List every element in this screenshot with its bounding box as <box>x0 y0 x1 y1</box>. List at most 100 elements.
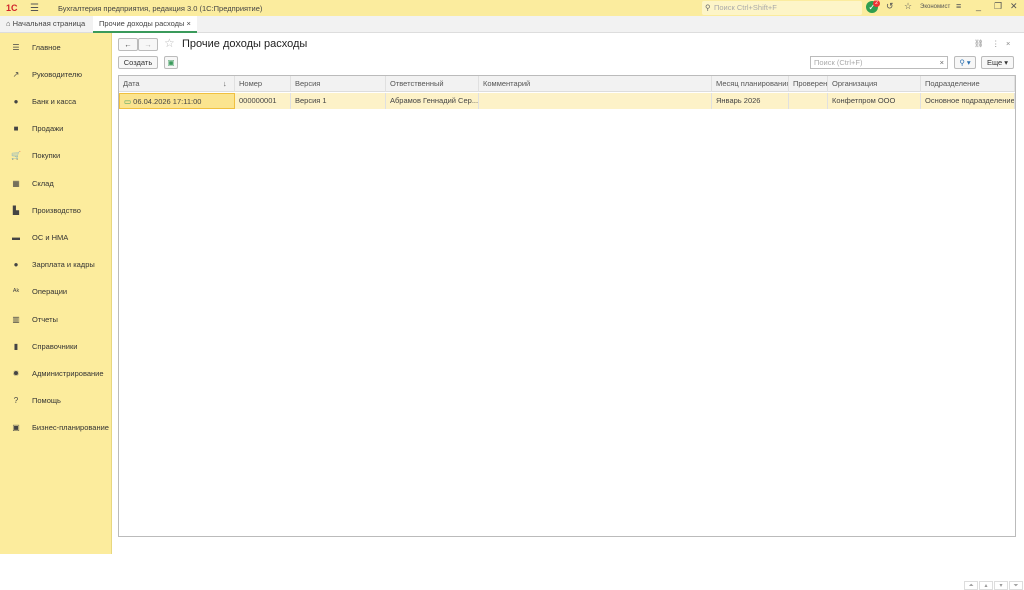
gear-icon: ✹ <box>12 368 20 378</box>
sidebar-item[interactable]: ▦ Склад <box>0 173 111 193</box>
column-header-label: Подразделение <box>925 79 980 88</box>
notification-count: 2 <box>873 0 880 7</box>
question-icon: ? <box>13 396 19 406</box>
scroll-top-button[interactable]: ⏶ <box>964 581 978 590</box>
minimize-icon[interactable]: _ <box>976 1 981 11</box>
table-cell[interactable]: 000000001 <box>235 93 291 109</box>
book-icon: ▮ <box>13 341 19 351</box>
restore-icon[interactable]: ❐ <box>994 1 1002 12</box>
sidebar-item[interactable]: ● Зарплата и кадры <box>0 255 111 275</box>
close-tab-icon[interactable]: × <box>187 19 191 28</box>
sidebar-item[interactable]: ▮ Справочники <box>0 336 111 356</box>
sidebar-item[interactable]: ↗ Руководителю <box>0 64 111 84</box>
trend-icon: ↗ <box>12 69 20 79</box>
forward-button[interactable]: → <box>138 38 158 51</box>
column-header-label: Номер <box>239 79 263 88</box>
table-cell[interactable]: ▭ 06.04.2026 17:11:00 <box>119 93 235 109</box>
user-name[interactable]: Экономист <box>920 4 950 10</box>
sidebar-item-label: Зарплата и кадры <box>32 260 95 270</box>
table-cell[interactable] <box>789 93 828 109</box>
sidebar-item-label: ОС и НМА <box>32 232 69 242</box>
person-icon: ● <box>13 260 19 270</box>
close-icon[interactable]: ✕ <box>1010 1 1018 12</box>
presentation-icon: ▣ <box>12 423 20 433</box>
sidebar-item-label: Бизнес-планирование <box>32 423 109 433</box>
table-row[interactable]: ▭ 06.04.2026 17:11:00 000000001 Версия 1 Аб… <box>119 93 1015 109</box>
document-posted-icon: ▭ <box>124 97 134 106</box>
global-search-input[interactable]: ⚲ Поиск Ctrl+Shift+F <box>702 1 862 15</box>
cell-value: Версия 1 <box>295 96 327 105</box>
sidebar-item-label: Администрирование <box>32 368 104 378</box>
tab-other-income[interactable]: Прочие доходы расходы × <box>93 16 197 33</box>
history-icon[interactable]: ↺ <box>886 1 894 12</box>
documents-table: Дата ↓ Номер Версия Ответственный Комментарий… <box>118 75 1023 590</box>
title-bar: 1С ☰ Бухгалтерия предприятия, редакция 3… <box>0 0 1024 16</box>
cell-value: Январь 2026 <box>716 96 761 105</box>
cell-value: 000000001 <box>239 96 277 105</box>
scroll-bottom-button[interactable]: ⏷ <box>1009 581 1023 590</box>
menu-icon[interactable]: ☰ <box>30 3 44 14</box>
more-label: Еще <box>986 58 1003 67</box>
sidebar-item[interactable]: ? Помощь <box>0 391 111 411</box>
column-header[interactable]: Проверен <box>789 76 828 92</box>
cell-value: Абрамов Геннадий Сер... <box>390 96 479 105</box>
column-header[interactable]: Организация <box>828 76 921 92</box>
column-header[interactable]: Ответственный <box>386 76 479 92</box>
sidebar-item[interactable]: ☰ Главное <box>0 37 111 57</box>
search-options-button[interactable]: ⚲ ▾ <box>954 56 976 69</box>
scroll-up-button[interactable]: ▴ <box>979 581 993 590</box>
sidebar-item-label: Банк и касса <box>32 96 77 106</box>
search-placeholder: Поиск (Ctrl+F) <box>814 58 863 67</box>
column-header[interactable]: Номер <box>235 76 291 92</box>
column-header[interactable]: Комментарий <box>479 76 712 92</box>
clear-search-icon[interactable]: × <box>940 57 944 68</box>
sidebar-item[interactable]: ■ Продажи <box>0 119 111 139</box>
column-header-label: Организация <box>832 79 878 88</box>
create-copy-icon[interactable]: ▣ <box>164 56 178 69</box>
sidebar-item-label: Склад <box>32 178 54 188</box>
cell-value: Конфетпром ООО <box>832 96 896 105</box>
sidebar-item[interactable]: ᴬᵏ Операции <box>0 282 111 302</box>
column-header[interactable]: Подразделение <box>921 76 1015 92</box>
sidebar-item[interactable]: ▣ Бизнес-планирование <box>0 418 111 438</box>
table-cell[interactable]: Версия 1 <box>291 93 386 109</box>
table-cell[interactable]: Основное подразделение <box>921 93 1015 109</box>
sidebar-item[interactable]: ✹ Администрирование <box>0 363 111 383</box>
table-cell[interactable]: Январь 2026 <box>712 93 789 109</box>
sort-desc-icon: ↓ <box>223 79 227 88</box>
column-header-label: Ответственный <box>390 79 444 88</box>
more-vertical-icon[interactable]: ⋮ <box>992 39 1000 48</box>
favorite-star-icon[interactable]: ☆ <box>164 36 175 50</box>
more-button[interactable]: Еще ▾ <box>981 56 1014 69</box>
grid-icon: ▦ <box>12 178 20 188</box>
table-cell[interactable]: Конфетпром ООО <box>828 93 921 109</box>
link-icon[interactable]: ⛓ <box>974 39 984 48</box>
create-button[interactable]: Создать <box>118 56 158 69</box>
table-cell[interactable]: Абрамов Геннадий Сер... <box>386 93 479 109</box>
sidebar-item[interactable]: ● Банк и касса <box>0 91 111 111</box>
app-title: Бухгалтерия предприятия, редакция 3.0 (1… <box>58 3 263 13</box>
search-input[interactable]: Поиск (Ctrl+F) × <box>810 56 948 69</box>
sidebar-item-label: Помощь <box>32 396 61 406</box>
cell-value: Основное подразделение <box>925 96 1015 105</box>
column-header[interactable]: Версия <box>291 76 386 92</box>
column-header[interactable]: Дата ↓ <box>119 76 235 92</box>
cart-icon: 🛒 <box>11 151 21 161</box>
factory-icon: ▙ <box>12 205 20 215</box>
home-icon: ⌂ <box>6 19 13 28</box>
sidebar-item[interactable]: ▥ Отчеты <box>0 309 111 329</box>
sidebar-item[interactable]: 🛒 Покупки <box>0 146 111 166</box>
back-button[interactable]: ← <box>118 38 138 51</box>
column-header-label: Месяц планирования <box>716 79 789 88</box>
favorites-icon[interactable]: ☆ <box>904 1 912 12</box>
column-header-label: Комментарий <box>483 79 531 88</box>
close-form-icon[interactable]: × <box>1006 39 1010 48</box>
sidebar-item[interactable]: ▙ Производство <box>0 200 111 220</box>
tab-home[interactable]: ⌂ Начальная страница <box>0 16 91 33</box>
table-cell[interactable] <box>479 93 712 109</box>
settings-icon[interactable]: ≡ <box>956 1 961 11</box>
column-header[interactable]: Месяц планирования <box>712 76 789 92</box>
tab-bar: ⌂ Начальная страница Прочие доходы расхо… <box>0 16 1024 33</box>
scroll-down-button[interactable]: ▾ <box>994 581 1008 590</box>
sidebar-item[interactable]: ▬ ОС и НМА <box>0 227 111 247</box>
